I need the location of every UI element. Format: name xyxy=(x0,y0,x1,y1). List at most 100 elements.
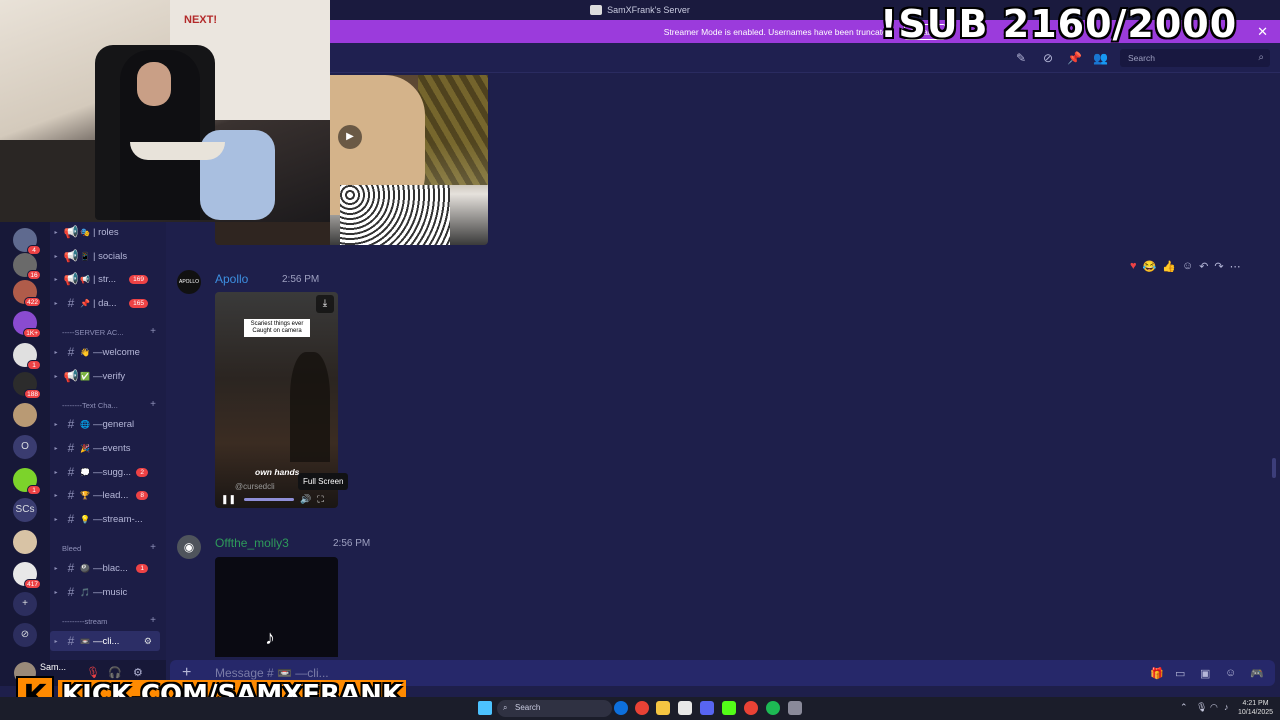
server-icon[interactable]: 417 xyxy=(13,562,41,589)
laugh-reaction-icon[interactable]: 😂 xyxy=(1143,260,1157,273)
avatar[interactable]: APOLLO xyxy=(177,270,201,294)
reply-icon[interactable]: ↶ xyxy=(1199,260,1208,273)
server-icon[interactable]: 1 xyxy=(13,343,41,370)
expand-arrow-icon[interactable]: ▸ xyxy=(50,445,62,452)
server-icon[interactable]: + xyxy=(13,592,37,616)
progress-bar[interactable] xyxy=(244,497,295,501)
mic-icon[interactable]: 🎙 xyxy=(1196,702,1207,713)
expand-arrow-icon[interactable]: ▸ xyxy=(50,300,62,307)
server-icon[interactable] xyxy=(13,403,37,427)
expand-arrow-icon[interactable]: ▸ xyxy=(50,638,62,645)
channel-item[interactable]: ▸ # 🎱 —blac... 1 xyxy=(50,558,160,578)
channel-settings-icon[interactable]: ⚙ xyxy=(144,636,152,647)
file-explorer-icon[interactable] xyxy=(656,701,670,715)
volume-icon[interactable]: 🔊 xyxy=(300,494,311,505)
store-icon[interactable] xyxy=(678,701,692,715)
heart-reaction-icon[interactable]: ♥ xyxy=(1130,260,1137,272)
category-stream[interactable]: ---------stream + xyxy=(62,615,162,626)
play-icon[interactable]: ▶ xyxy=(338,125,362,149)
expand-arrow-icon[interactable]: ▸ xyxy=(50,492,62,499)
channel-item[interactable]: ▸ # 📌 | da... 165 xyxy=(50,293,160,313)
threads-icon[interactable]: ✎ xyxy=(1014,51,1028,65)
server-icon[interactable]: 1 xyxy=(13,468,41,495)
channel-item[interactable]: ▸ 📢 ✅ —verify xyxy=(50,366,160,386)
thumbsup-reaction-icon[interactable]: 👍 xyxy=(1162,260,1176,273)
channel-name: —music xyxy=(92,586,128,598)
expand-arrow-icon[interactable]: ▸ xyxy=(50,253,62,260)
channel-item[interactable]: ▸ # 👋 —welcome xyxy=(50,342,160,362)
channel-item[interactable]: ▸ # 🎉 —events xyxy=(50,438,160,458)
edge-icon[interactable] xyxy=(614,701,628,715)
expand-arrow-icon[interactable]: ▸ xyxy=(50,373,62,380)
channel-item[interactable]: ▸ # 🌐 —general xyxy=(50,414,160,434)
server-icon[interactable]: SCs xyxy=(13,498,37,522)
expand-arrow-icon[interactable]: ▸ xyxy=(50,469,62,476)
kick-app-icon[interactable] xyxy=(722,701,736,715)
server-icon[interactable] xyxy=(13,530,37,554)
add-reaction-icon[interactable]: ☺ xyxy=(1182,260,1193,272)
pin-icon[interactable]: 📌 xyxy=(1067,51,1082,65)
server-icon[interactable]: 16 xyxy=(13,253,41,280)
expand-arrow-icon[interactable]: ▸ xyxy=(50,229,62,236)
message-author[interactable]: Offthe_molly3 xyxy=(215,536,289,550)
gift-icon[interactable]: 🎁 xyxy=(1150,667,1164,680)
category-text-channels[interactable]: --------Text Cha... + xyxy=(62,399,162,410)
fullscreen-icon[interactable]: ⛶ xyxy=(317,494,323,505)
scrollbar[interactable] xyxy=(1272,458,1276,478)
more-icon[interactable]: ⋯ xyxy=(1230,260,1241,273)
expand-arrow-icon[interactable]: ▸ xyxy=(50,589,62,596)
members-icon[interactable]: 👥 xyxy=(1093,51,1108,65)
emoji-icon[interactable]: ☺ xyxy=(1225,667,1236,679)
server-icon[interactable]: 1K+ xyxy=(13,311,41,338)
channel-item[interactable]: ▸ # 🎵 —music xyxy=(50,582,160,602)
server-icon[interactable]: O xyxy=(13,435,37,459)
pause-icon[interactable]: ❚❚ xyxy=(221,494,236,505)
category-bleed[interactable]: Bleed + xyxy=(62,542,162,553)
chrome-alt-icon[interactable] xyxy=(744,701,758,715)
expand-arrow-icon[interactable]: ▸ xyxy=(50,565,62,572)
sticker-icon[interactable]: ▣ xyxy=(1200,667,1210,680)
wifi-icon[interactable]: ◠ xyxy=(1210,702,1218,713)
add-channel-icon[interactable]: + xyxy=(150,399,156,410)
search-input[interactable]: Search ⌕ xyxy=(1120,49,1270,67)
close-icon[interactable]: ✕ xyxy=(1257,24,1268,40)
channel-item[interactable]: ▸ 📢 📢 | str... 169 xyxy=(50,269,160,289)
expand-arrow-icon[interactable]: ▸ xyxy=(50,276,62,283)
server-icon[interactable]: 4 xyxy=(13,228,41,255)
settings-app-icon[interactable] xyxy=(788,701,802,715)
video-attachment[interactable]: ▶ xyxy=(330,75,488,245)
forward-icon[interactable]: ↷ xyxy=(1214,260,1223,273)
chrome-icon[interactable] xyxy=(635,701,649,715)
tiktok-video-attachment[interactable]: ♪ xyxy=(215,557,338,657)
windows-start-icon[interactable] xyxy=(478,701,492,715)
add-channel-icon[interactable]: + xyxy=(150,615,156,626)
server-icon[interactable]: 422 xyxy=(13,280,41,307)
expand-arrow-icon[interactable]: ▸ xyxy=(50,421,62,428)
avatar[interactable]: ◉ xyxy=(177,535,201,559)
spotify-icon[interactable] xyxy=(766,701,780,715)
download-icon[interactable]: ⤓ xyxy=(316,295,334,313)
add-channel-icon[interactable]: + xyxy=(150,326,156,337)
server-icon[interactable]: ⊘ xyxy=(13,623,37,647)
apps-icon[interactable]: 🎮 xyxy=(1250,667,1264,680)
add-channel-icon[interactable]: + xyxy=(150,542,156,553)
category-server-access[interactable]: -----SERVER AC... + xyxy=(62,326,162,337)
channel-item[interactable]: ▸ # 💭 —sugg... 2 xyxy=(50,462,160,482)
mute-icon[interactable]: ⊘ xyxy=(1041,51,1055,65)
channel-item[interactable]: ▸ 📢 🎭 | roles xyxy=(50,222,160,242)
channel-item[interactable]: ▸ # 📼 —cli... ⚙ xyxy=(50,631,160,651)
tray-chevron-icon[interactable]: ⌃ xyxy=(1180,702,1188,713)
message-author[interactable]: Apollo xyxy=(215,272,248,286)
taskbar-search[interactable]: ⌕ Search xyxy=(497,700,612,717)
server-icon[interactable]: 188 xyxy=(13,372,41,399)
expand-arrow-icon[interactable]: ▸ xyxy=(50,349,62,356)
clock[interactable]: 4:21 PM 10/14/2025 xyxy=(1238,699,1273,717)
channel-item[interactable]: ▸ # 💡 —stream-... xyxy=(50,509,160,529)
channel-item[interactable]: ▸ 📢 📱 | socials xyxy=(50,246,160,266)
channel-item[interactable]: ▸ # 🏆 —lead... 8 xyxy=(50,485,160,505)
channel-name: —general xyxy=(92,418,135,430)
expand-arrow-icon[interactable]: ▸ xyxy=(50,516,62,523)
discord-icon[interactable] xyxy=(700,701,714,715)
gif-icon[interactable]: ▭ xyxy=(1175,667,1185,680)
volume-icon[interactable]: ♪ xyxy=(1224,702,1229,712)
